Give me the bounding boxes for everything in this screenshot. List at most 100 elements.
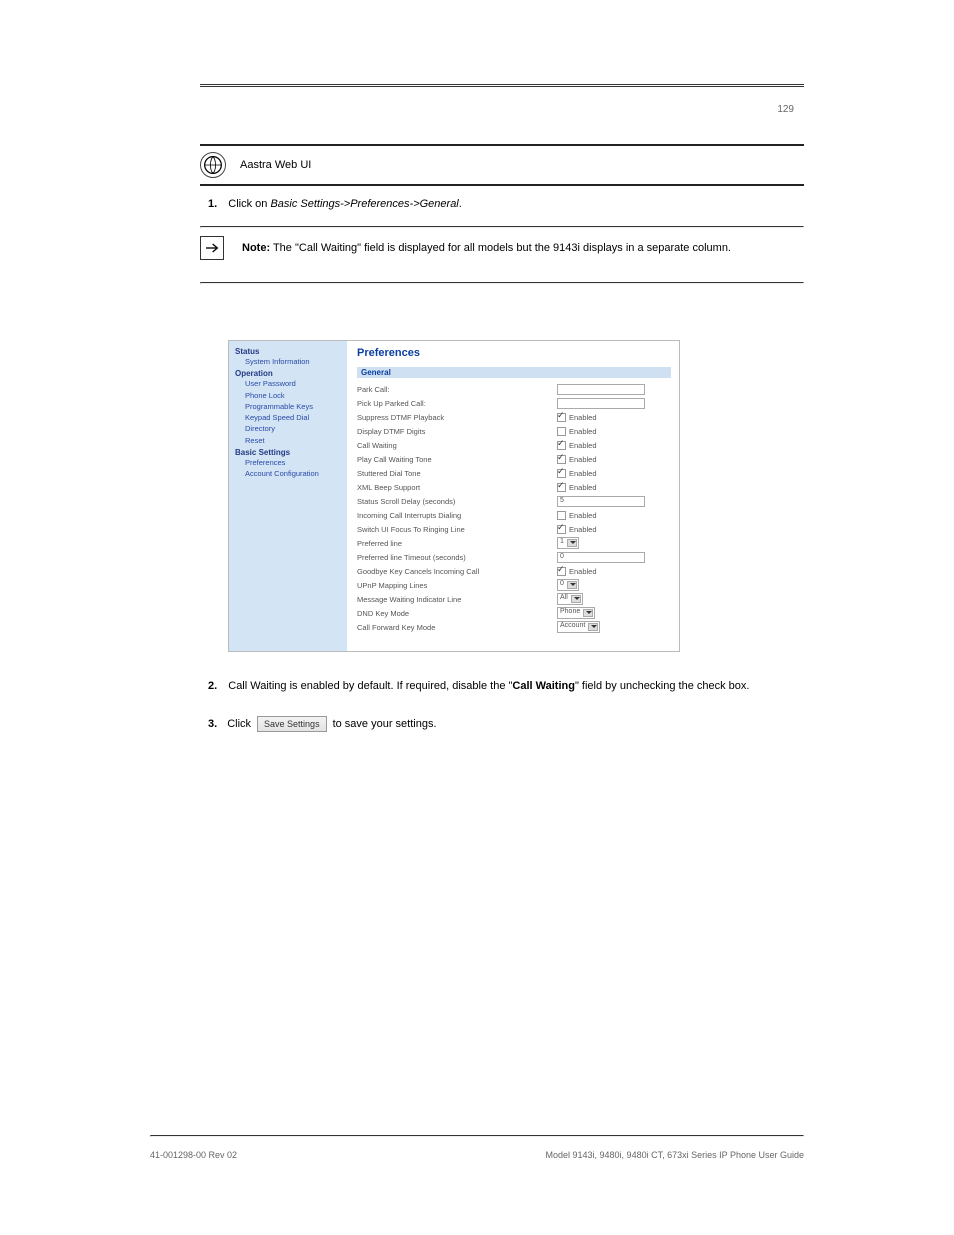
nav-userpw[interactable]: User Password [245, 378, 343, 389]
nav-speeddial[interactable]: Keypad Speed Dial [245, 412, 343, 423]
chevron-down-icon [567, 581, 577, 589]
checkbox[interactable] [557, 525, 566, 534]
chevron-down-icon [571, 595, 581, 603]
form-row: Pick Up Parked Call: [357, 396, 671, 410]
form-row: UPnP Mapping Lines0 [357, 578, 671, 592]
nav-reset[interactable]: Reset [245, 435, 343, 446]
form-control [557, 384, 671, 395]
form-row: Call Forward Key ModeAccount [357, 620, 671, 634]
page-number-top: 129 [777, 104, 794, 115]
form-control [557, 398, 671, 409]
form-row: Goodbye Key Cancels Incoming CallEnabled [357, 564, 671, 578]
step-3-num: 3. [208, 718, 217, 730]
checkbox[interactable] [557, 469, 566, 478]
nav-directory[interactable]: Directory [245, 423, 343, 434]
form-control: Account [557, 621, 671, 633]
select[interactable]: Phone [557, 607, 595, 619]
note-body: The "Call Waiting" field is displayed fo… [270, 242, 731, 254]
form-control: All [557, 593, 671, 605]
form-label: Switch UI Focus To Ringing Line [357, 525, 557, 534]
hr-note-bot [200, 282, 804, 284]
checkbox[interactable] [557, 441, 566, 450]
form-label: Pick Up Parked Call: [357, 399, 557, 408]
form-row: Display DTMF Digits Enabled [357, 424, 671, 438]
footer-left: 41-001298-00 Rev 02 [150, 1150, 237, 1160]
form-row: Incoming Call Interrupts DialingEnabled [357, 508, 671, 522]
form-label: Stuttered Dial Tone [357, 469, 557, 478]
select[interactable]: 1 [557, 537, 579, 549]
note-text: Note: The "Call Waiting" field is displa… [242, 242, 731, 254]
note-row: Note: The "Call Waiting" field is displa… [200, 236, 804, 260]
form-label: XML Beep Support [357, 483, 557, 492]
footer-right: Model 9143i, 9480i, 9480i CT, 673xi Seri… [546, 1150, 805, 1160]
enabled-label: Enabled [569, 427, 597, 436]
form-row: Preferred line1 [357, 536, 671, 550]
nav-status[interactable]: Status [235, 347, 343, 356]
form-label: Play Call Waiting Tone [357, 455, 557, 464]
nav-progkeys[interactable]: Programmable Keys [245, 401, 343, 412]
text-input[interactable]: 5 [557, 496, 645, 507]
enabled-label: Enabled [569, 441, 597, 450]
step-2-field: Call Waiting [512, 680, 575, 692]
text-input[interactable] [557, 398, 645, 409]
instruction-bar: Aastra Web UI [200, 144, 804, 186]
step-1-c: . [459, 198, 462, 210]
nav-phonelock[interactable]: Phone Lock [245, 390, 343, 401]
checkbox[interactable] [557, 455, 566, 464]
form-label: Status Scroll Delay (seconds) [357, 497, 557, 506]
form-row: Status Scroll Delay (seconds)5 [357, 494, 671, 508]
nav-acct[interactable]: Account Configuration [245, 468, 343, 479]
form-label: Call Waiting [357, 441, 557, 450]
checkbox[interactable] [557, 427, 566, 436]
enabled-label: Enabled [569, 413, 597, 422]
instruction-title: Aastra Web UI [240, 159, 311, 171]
form-label: Display DTMF Digits [357, 427, 557, 436]
section-general: General [357, 367, 671, 378]
footer-rule [150, 1135, 804, 1137]
select[interactable]: Account [557, 621, 600, 633]
form-row: Park Call: [357, 382, 671, 396]
select[interactable]: All [557, 593, 583, 605]
note-bold: Note: [242, 242, 270, 254]
form-row: Preferred line Timeout (seconds)0 [357, 550, 671, 564]
save-settings-button[interactable]: Save Settings [257, 716, 327, 732]
form-control: Enabled [557, 469, 671, 478]
footer: 41-001298-00 Rev 02 Model 9143i, 9480i, … [150, 1150, 804, 1160]
form-label: Incoming Call Interrupts Dialing [357, 511, 557, 520]
checkbox[interactable] [557, 483, 566, 492]
globe-icon [200, 152, 226, 178]
form-row: Call Waiting Enabled [357, 438, 671, 452]
form-label: Goodbye Key Cancels Incoming Call [357, 567, 557, 576]
text-input[interactable] [557, 384, 645, 395]
form-label: Message Waiting Indicator Line [357, 595, 557, 604]
step-3-b: to save your settings. [333, 718, 437, 730]
enabled-label: Enabled [569, 483, 597, 492]
select[interactable]: 0 [557, 579, 579, 591]
text-input[interactable]: 0 [557, 552, 645, 563]
step-3: 3. Click Save Settings to save your sett… [208, 716, 804, 732]
form-control: Enabled [557, 525, 671, 534]
screenshot-main: Preferences General Park Call:Pick Up Pa… [347, 341, 679, 651]
form-control: Enabled [557, 413, 671, 422]
step-1-a: Click on [228, 198, 270, 210]
step-1-num: 1. [208, 198, 217, 210]
nav-basic[interactable]: Basic Settings [235, 448, 343, 457]
form-label: UPnP Mapping Lines [357, 581, 557, 590]
nav-prefs[interactable]: Preferences [245, 457, 343, 468]
nav-sysinfo[interactable]: System Information [245, 356, 343, 367]
checkbox[interactable] [557, 413, 566, 422]
checkbox[interactable] [557, 511, 566, 520]
screenshot-nav: Status System Information Operation User… [229, 341, 347, 651]
form-row: Play Call Waiting ToneEnabled [357, 452, 671, 466]
form-control: Enabled [557, 511, 671, 520]
checkbox[interactable] [557, 567, 566, 576]
form-control: 0 [557, 552, 671, 563]
form-control: 0 [557, 579, 671, 591]
form-row: Switch UI Focus To Ringing LineEnabled [357, 522, 671, 536]
chevron-down-icon [588, 623, 598, 631]
nav-operation[interactable]: Operation [235, 369, 343, 378]
step-3-a: Click [227, 718, 251, 730]
step-2-num: 2. [208, 680, 217, 692]
header-zone [200, 80, 804, 91]
step-2-a: Call Waiting is enabled by default. If r… [228, 680, 512, 692]
